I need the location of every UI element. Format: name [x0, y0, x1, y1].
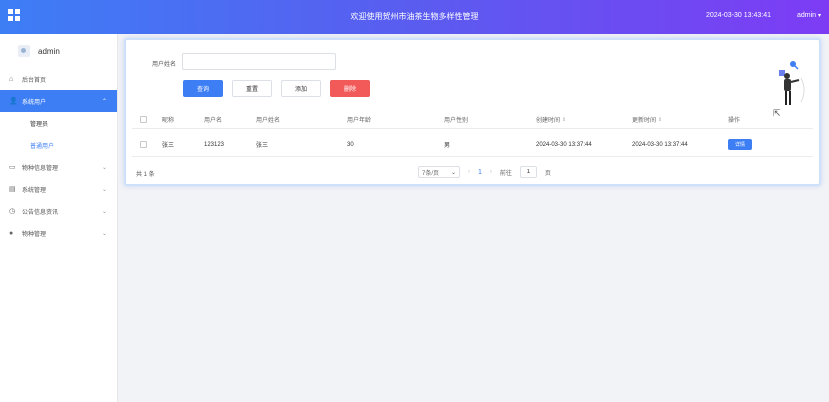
add-button[interactable]: 添加: [281, 80, 321, 97]
chevron-down-icon: ⌄: [450, 169, 456, 176]
sidebar-item-species-info[interactable]: ▭ 物种信息管理 ⌄: [0, 156, 117, 178]
sidebar-item-system-management[interactable]: ▤ 系统管理 ⌄: [0, 178, 117, 200]
chevron-down-icon: ⌄: [101, 208, 107, 215]
column-header: 用户性别: [444, 118, 469, 124]
user-menu-label: admin: [796, 12, 817, 19]
search-label: 用户姓名: [152, 62, 177, 68]
sidebar-item-label: 物种信息管理: [22, 165, 59, 172]
column-header: 用户年龄: [347, 118, 372, 124]
next-page-icon[interactable]: ›: [490, 169, 492, 175]
chevron-up-icon: ⌃: [101, 98, 107, 105]
cell-gender: 男: [444, 143, 451, 149]
search-button[interactable]: 查询: [183, 80, 223, 97]
cell-created: 2024-03-30 13:37:44: [536, 141, 592, 148]
column-header: 操作: [728, 118, 741, 124]
cell-nickname: 张三: [162, 143, 175, 149]
total-count: 共 1 条: [136, 172, 155, 178]
sidebar-item-home[interactable]: ⌂ 后台首页: [0, 68, 117, 90]
cell-age: 30: [347, 141, 354, 148]
user-menu[interactable]: admin ▾: [797, 12, 821, 19]
sort-icon: ⇕: [658, 116, 663, 123]
pagination: 7条/页 ⌄ ‹ 1 › 前往 页: [418, 166, 551, 178]
goto-label: 前往: [499, 170, 512, 177]
column-header: 昵称: [162, 118, 175, 124]
sidebar-profile: admin: [0, 34, 117, 68]
profile-name: admin: [38, 46, 60, 56]
column-header: 用户姓名: [256, 118, 281, 124]
chevron-down-icon: ⌄: [101, 186, 107, 193]
column-header-label: 更新时间: [632, 118, 657, 124]
table-header: 昵称 用户名 用户姓名 用户年龄 用户性别 创建时间 ⇕ 更新时间 ⇕ 操作: [132, 111, 813, 129]
sort-icon: ⇕: [562, 116, 567, 123]
search-input[interactable]: [182, 53, 336, 70]
page-suffix: 页: [544, 170, 551, 177]
monitor-icon: ▤: [9, 186, 16, 193]
cell-updated: 2024-03-30 13:37:44: [632, 141, 688, 148]
sidebar-item-label: 系统用户: [22, 99, 47, 106]
top-bar: 欢迎使用贺州市油茶生物多样性管理 2024-03-30 13:43:41 adm…: [0, 0, 829, 34]
select-all-checkbox[interactable]: [140, 111, 147, 128]
sidebar: admin ⌂ 后台首页 👤 系统用户 ⌃ 管理员 普通用户 ▭ 物种信息管理 …: [0, 34, 118, 402]
goto-page-input[interactable]: [519, 166, 537, 178]
home-icon: ⌂: [9, 75, 14, 83]
page-size-label: 7条/页: [422, 170, 440, 177]
document-icon: ▭: [9, 164, 16, 171]
table-row: 张三 123123 张三 30 男 2024-03-30 13:37:44 20…: [132, 133, 813, 157]
column-header-sortable[interactable]: 创建时间 ⇕: [536, 111, 566, 128]
cell-username: 123123: [204, 141, 225, 148]
prev-page-icon[interactable]: ‹: [468, 169, 470, 175]
person-illustration: [779, 61, 805, 105]
clock-icon: ◷: [9, 208, 16, 215]
chevron-down-icon: ⌄: [101, 230, 107, 237]
column-header-sortable[interactable]: 更新时间 ⇕: [632, 111, 662, 128]
main-panel: 用户姓名 查询 重置 添加 删除 ⇱ 昵称 用户名 用户姓名 用户年龄 用户性别…: [124, 38, 821, 186]
detail-button[interactable]: 详情: [728, 139, 752, 150]
page-title: 欢迎使用贺州市油茶生物多样性管理: [350, 12, 479, 21]
page-number[interactable]: 1: [478, 169, 482, 176]
chevron-down-icon: ▾: [817, 13, 821, 19]
sidebar-item-system-users[interactable]: 👤 系统用户 ⌃: [0, 90, 117, 112]
sidebar-item-label: 系统管理: [22, 187, 47, 194]
user-icon: 👤: [9, 98, 18, 105]
row-checkbox[interactable]: [140, 133, 147, 156]
chevron-down-icon: ⌄: [101, 164, 107, 171]
sidebar-item-label: 物种管理: [22, 231, 47, 238]
sidebar-item-label: 公告信息资讯: [22, 209, 59, 216]
sidebar-item-species-management[interactable]: ● 物种管理 ⌄: [0, 222, 117, 244]
cell-action: 详情: [728, 133, 752, 156]
page-size-select[interactable]: 7条/页 ⌄: [418, 166, 460, 178]
delete-button[interactable]: 删除: [330, 80, 370, 97]
location-icon: ●: [9, 229, 14, 237]
sidebar-subitem-admins[interactable]: 管理员: [0, 112, 117, 134]
avatar: [18, 45, 30, 57]
reset-button[interactable]: 重置: [232, 80, 272, 97]
sidebar-subitem-regular-users[interactable]: 普通用户: [0, 134, 117, 156]
current-datetime: 2024-03-30 13:43:41: [706, 12, 771, 19]
sidebar-item-announcements[interactable]: ◷ 公告信息资讯 ⌄: [0, 200, 117, 222]
column-header: 用户名: [204, 118, 223, 124]
cell-name: 张三: [256, 143, 269, 149]
sidebar-item-label: 后台首页: [22, 77, 47, 84]
column-header-label: 创建时间: [536, 118, 561, 124]
